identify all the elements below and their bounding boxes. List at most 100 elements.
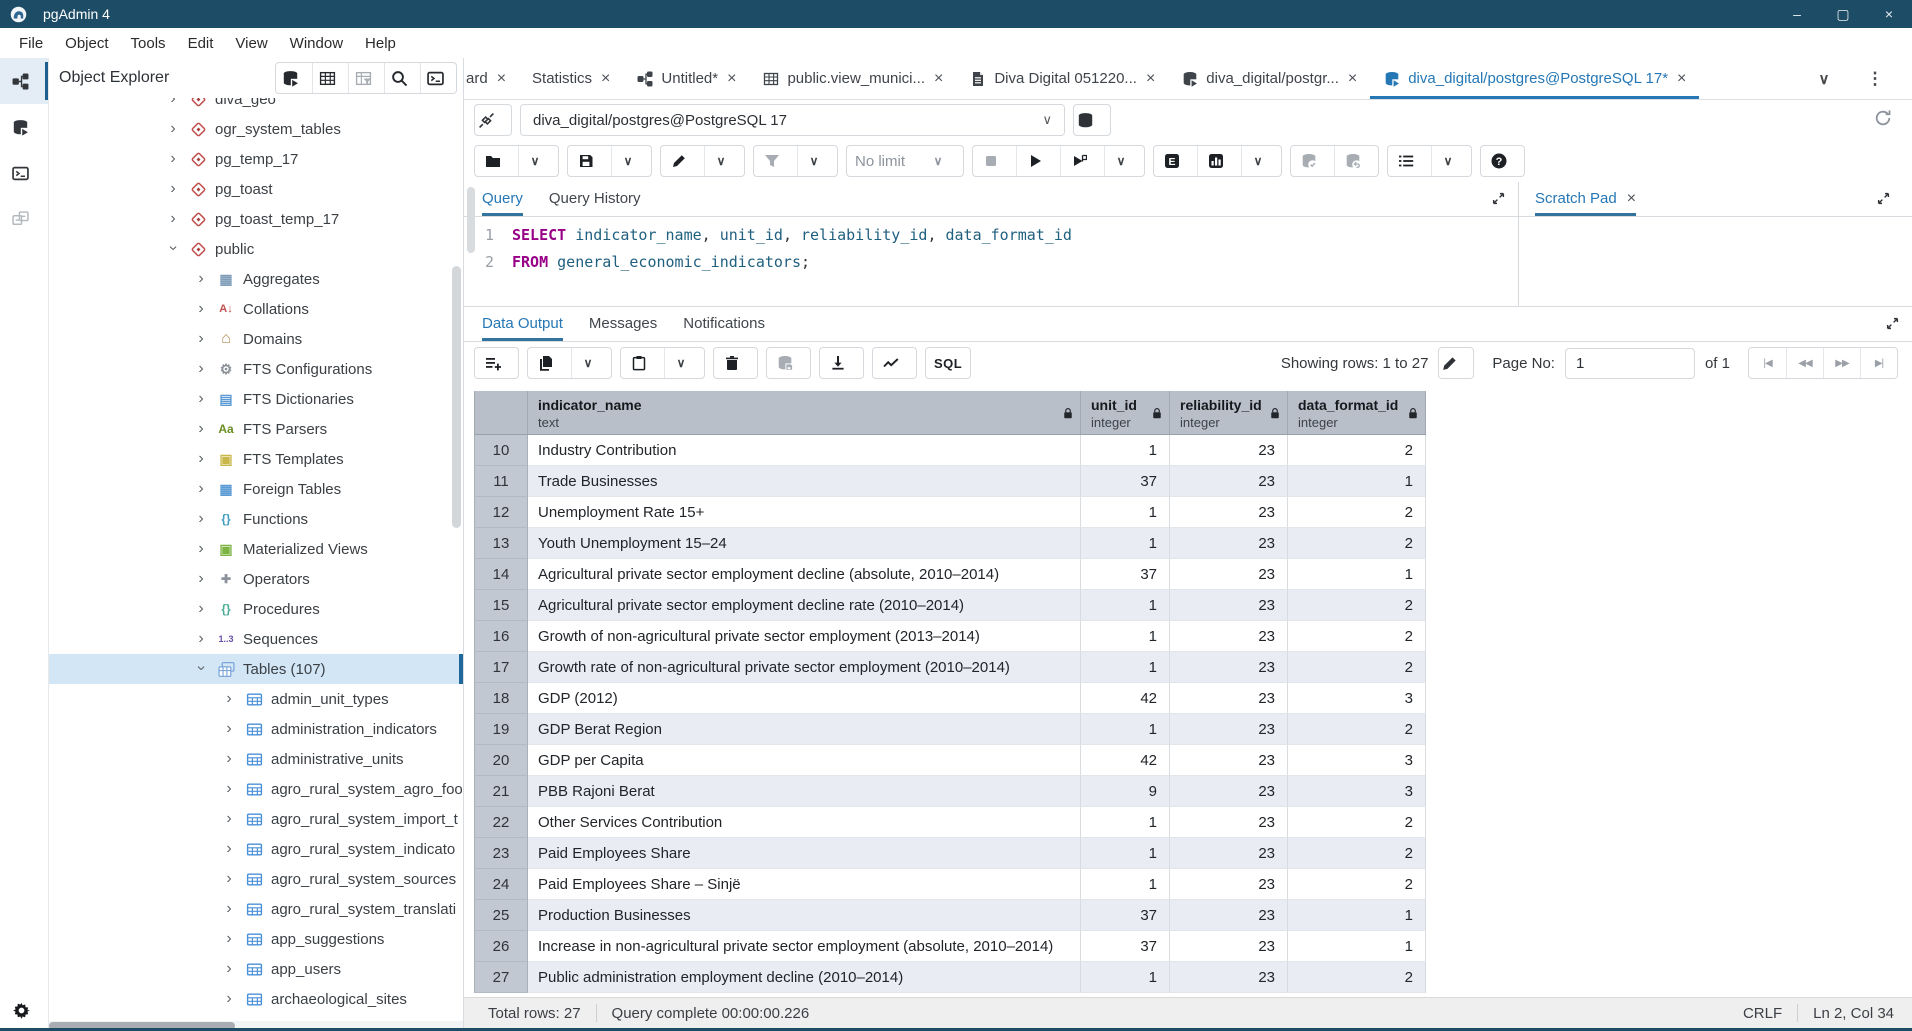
expand-icon[interactable]: [1873, 191, 1900, 211]
tab-query-history[interactable]: Query History: [549, 182, 641, 216]
save-file-menu-button[interactable]: ∨: [611, 146, 651, 176]
data-cell[interactable]: 1: [1081, 652, 1170, 683]
row-number-cell[interactable]: 12: [474, 497, 528, 528]
first-page-button[interactable]: |◀: [1749, 348, 1786, 378]
tree-item-administration-indicators[interactable]: ›administration_indicators: [49, 714, 463, 744]
expand-chevron-icon[interactable]: ›: [193, 600, 209, 618]
tree-item-app-users[interactable]: ›app_users: [49, 954, 463, 984]
tree-item-procedures[interactable]: ›{}Procedures: [49, 594, 463, 624]
data-cell[interactable]: Growth of non-agricultural private secto…: [528, 621, 1081, 652]
data-cell[interactable]: 1: [1081, 962, 1170, 993]
tree-item-fts-configurations[interactable]: ›⚙FTS Configurations: [49, 354, 463, 384]
expand-chevron-icon[interactable]: ›: [193, 390, 209, 408]
sql-button[interactable]: SQL: [926, 348, 970, 378]
tree-vertical-scrollbar[interactable]: [452, 266, 461, 528]
tab-statistics[interactable]: Statistics×: [519, 58, 623, 99]
row-number-cell[interactable]: 20: [474, 745, 528, 776]
data-cell[interactable]: Paid Employees Share – Sinjë: [528, 869, 1081, 900]
data-cell[interactable]: 2: [1288, 590, 1426, 621]
grid-corner-cell[interactable]: [474, 391, 528, 434]
copy-menu-button[interactable]: ∨: [571, 348, 611, 378]
view-data-button[interactable]: [312, 63, 348, 93]
row-number-cell[interactable]: 14: [474, 559, 528, 590]
new-connection-button[interactable]: [1073, 104, 1111, 136]
data-cell[interactable]: 3: [1288, 745, 1426, 776]
data-cell[interactable]: 2: [1288, 807, 1426, 838]
data-cell[interactable]: 23: [1170, 466, 1288, 497]
close-icon[interactable]: ×: [497, 70, 506, 88]
row-number-cell[interactable]: 17: [474, 652, 528, 683]
column-header-indicator-name[interactable]: indicator_nametext: [528, 391, 1081, 434]
expand-chevron-icon[interactable]: ›: [221, 720, 237, 738]
tab-public-view-munici[interactable]: public.view_munici...×: [749, 58, 956, 99]
data-cell[interactable]: 23: [1170, 621, 1288, 652]
tab-diva-digital-postgres-postgresql-17[interactable]: diva_digital/postgres@PostgreSQL 17*×: [1370, 58, 1699, 99]
data-cell[interactable]: 9: [1081, 776, 1170, 807]
filtered-rows-button[interactable]: [348, 63, 384, 93]
maximize-button[interactable]: ▢: [1820, 0, 1866, 28]
collapse-icon[interactable]: ›: [164, 240, 182, 256]
data-cell[interactable]: 1: [1288, 900, 1426, 931]
column-header-unit-id[interactable]: unit_idinteger: [1081, 391, 1170, 434]
data-cell[interactable]: 23: [1170, 497, 1288, 528]
eol-indicator[interactable]: CRLF: [1743, 1005, 1782, 1022]
data-cell[interactable]: 2: [1288, 838, 1426, 869]
close-icon[interactable]: ×: [1348, 70, 1357, 88]
tree-item-diva-geo[interactable]: ›diva_geo: [49, 98, 463, 114]
expand-chevron-icon[interactable]: ›: [221, 990, 237, 1008]
tree-item-aggregates[interactable]: ›▦Aggregates: [49, 264, 463, 294]
data-cell[interactable]: Agricultural private sector employment d…: [528, 590, 1081, 621]
menu-edit[interactable]: Edit: [177, 28, 225, 58]
tab-ard[interactable]: ard×: [466, 58, 519, 99]
expand-chevron-icon[interactable]: ›: [221, 690, 237, 708]
data-cell[interactable]: 2: [1288, 652, 1426, 683]
query-tool-button[interactable]: [276, 63, 312, 93]
expand-chevron-icon[interactable]: ›: [165, 98, 181, 108]
tree-item-app-suggestions[interactable]: ›app_suggestions: [49, 924, 463, 954]
download-results-button[interactable]: [820, 348, 863, 378]
tree-item-ogr-system-tables[interactable]: ›ogr_system_tables: [49, 114, 463, 144]
save-data-changes-button[interactable]: [767, 348, 810, 378]
data-cell[interactable]: Growth rate of non-agricultural private …: [528, 652, 1081, 683]
data-cell[interactable]: 37: [1081, 466, 1170, 497]
search-objects-button[interactable]: [384, 63, 420, 93]
tree-item-agro-rural-system-agro-foo[interactable]: ›agro_rural_system_agro_foo: [49, 774, 463, 804]
expand-chevron-icon[interactable]: ›: [165, 150, 181, 168]
row-number-cell[interactable]: 15: [474, 590, 528, 621]
tree-item-operators[interactable]: ›✚Operators: [49, 564, 463, 594]
data-cell[interactable]: 23: [1170, 776, 1288, 807]
scratch-pad-content[interactable]: [1519, 217, 1912, 306]
tree-item-agro-rural-system-import-t[interactable]: ›agro_rural_system_import_t: [49, 804, 463, 834]
paste-menu-button[interactable]: ∨: [664, 348, 704, 378]
data-cell[interactable]: 1: [1081, 621, 1170, 652]
macros-menu-button[interactable]: ∨: [1431, 146, 1471, 176]
data-cell[interactable]: 1: [1081, 869, 1170, 900]
filter-button[interactable]: [754, 146, 797, 176]
expand-chevron-icon[interactable]: ›: [221, 780, 237, 798]
panel-scrollbar-handle[interactable]: [467, 187, 475, 253]
expand-chevron-icon[interactable]: ›: [165, 120, 181, 138]
expand-chevron-icon[interactable]: ›: [193, 420, 209, 438]
sql-editor[interactable]: 1SELECT indicator_name, unit_id, reliabi…: [464, 217, 1518, 276]
row-number-cell[interactable]: 13: [474, 528, 528, 559]
tree-item-agro-rural-system-indicato[interactable]: ›agro_rural_system_indicato: [49, 834, 463, 864]
data-cell[interactable]: 1: [1081, 714, 1170, 745]
activity-schema-diff[interactable]: [0, 196, 48, 242]
tree-item-fts-parsers[interactable]: ›AaFTS Parsers: [49, 414, 463, 444]
macros-button[interactable]: [1388, 146, 1431, 176]
data-cell[interactable]: 1: [1081, 807, 1170, 838]
expand-chevron-icon[interactable]: ›: [193, 360, 209, 378]
data-cell[interactable]: Other Services Contribution: [528, 807, 1081, 838]
data-cell[interactable]: 2: [1288, 528, 1426, 559]
data-cell[interactable]: 23: [1170, 838, 1288, 869]
delete-rows-button[interactable]: [714, 348, 757, 378]
chevron-down-icon[interactable]: ∨: [1814, 70, 1834, 88]
data-cell[interactable]: 1: [1081, 528, 1170, 559]
data-cell[interactable]: 23: [1170, 745, 1288, 776]
refresh-layout-icon[interactable]: [1873, 109, 1902, 132]
close-icon[interactable]: ×: [1627, 190, 1636, 208]
row-number-cell[interactable]: 25: [474, 900, 528, 931]
expand-chevron-icon[interactable]: ›: [165, 180, 181, 198]
execute-query-button[interactable]: [1016, 146, 1060, 176]
close-icon[interactable]: ×: [1146, 70, 1155, 88]
